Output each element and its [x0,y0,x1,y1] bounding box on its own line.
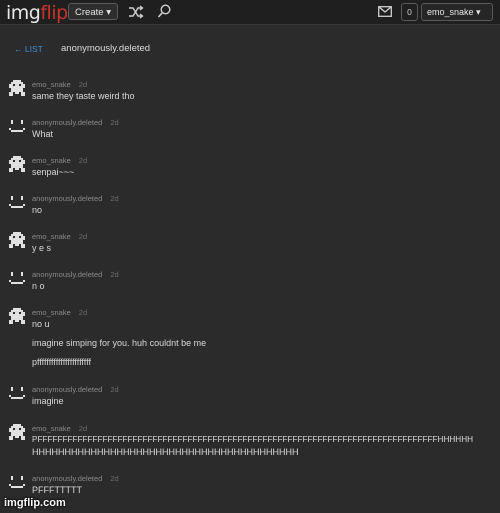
message-text: same they taste weird tho [32,91,135,101]
username-text[interactable]: emo_snake [32,156,71,165]
username-label: emo_snake [427,7,474,17]
message-username[interactable]: emo_snake 2d [32,156,87,165]
username-text[interactable]: anonymously.deleted [32,118,102,127]
notification-count[interactable]: 0 [401,3,418,21]
message-timestamp: 2d [110,194,119,203]
message-text: PFFFTTTTT [32,485,82,495]
smiley-face-icon[interactable] [9,194,25,210]
username-text[interactable]: emo_snake [32,308,71,317]
username-text[interactable]: anonymously.deleted [32,385,102,394]
message-timestamp: 2d [110,385,119,394]
message-timestamp: 2d [78,232,88,241]
message-text: What [32,129,54,139]
message-username[interactable]: anonymously.deleted 2d [32,118,119,127]
pixel-alien-icon[interactable] [9,424,25,440]
username-text[interactable]: anonymously.deleted [32,194,102,203]
username-text[interactable]: anonymously.deleted [32,474,102,483]
username-text[interactable]: emo_snake [32,80,71,89]
smiley-face-icon[interactable] [9,474,25,490]
conversation-title: anonymously.deleted [61,43,151,54]
back-to-list-link[interactable]: ← LIST [14,44,43,54]
shuffle-icon[interactable] [128,5,144,19]
message-text: pfffffffffffffffffffffff [32,357,91,367]
top-navbar: imgflip Create ▾ 0 emo_snake ▾ [0,0,500,25]
message-timestamp: 2d [110,474,119,483]
message-text: senpai~~~ [32,167,75,177]
user-menu-button[interactable]: emo_snake ▾ [421,3,493,21]
imgflip-logo[interactable]: imgflip [6,2,68,24]
pixel-alien-icon[interactable] [9,308,25,324]
message-text: no [32,205,43,215]
mail-icon[interactable] [378,6,392,17]
message-timestamp: 2d [78,80,88,89]
message-text: HHHHHHHHHHHHHHHHHHHHHHHHHHHHHHHHHHHHHHHH… [32,447,299,457]
message-timestamp: 2d [110,118,119,127]
username-text[interactable]: emo_snake [32,232,71,241]
smiley-face-icon[interactable] [9,270,25,286]
message-username[interactable]: anonymously.deleted 2d [32,194,119,203]
message-timestamp: 2d [78,308,88,317]
message-timestamp: 2d [78,424,88,433]
message-text: imagine simping for you. huh couldnt be … [32,338,207,348]
search-icon[interactable] [157,4,171,19]
chevron-down-icon: ▾ [476,7,481,17]
message-text: n o [32,281,45,291]
pixel-alien-icon[interactable] [9,232,25,248]
message-text: no u [32,319,50,329]
username-text[interactable]: emo_snake [32,424,71,433]
pixel-alien-icon[interactable] [9,156,25,172]
chevron-down-icon: ▾ [106,7,111,18]
message-text: y e s [32,243,52,253]
smiley-face-icon[interactable] [9,118,25,134]
message-username[interactable]: anonymously.deleted 2d [32,270,119,279]
message-username[interactable]: emo_snake 2d [32,424,87,433]
message-username[interactable]: emo_snake 2d [32,308,87,317]
message-text: PFFFFFFFFFFFFFFFFFFFFFFFFFFFFFFFFFFFFFFF… [32,435,474,444]
logo-main: img [6,2,41,24]
message-timestamp: 2d [110,270,119,279]
message-username[interactable]: emo_snake 2d [32,232,87,241]
create-button[interactable]: Create ▾ [68,3,118,20]
message-timestamp: 2d [78,156,88,165]
message-username[interactable]: emo_snake 2d [32,80,87,89]
message-username[interactable]: anonymously.deleted 2d [32,474,119,483]
imgflip-watermark: imgflip.com [4,497,66,509]
message-text: imagine [32,396,64,406]
username-text[interactable]: anonymously.deleted [32,270,102,279]
logo-accent: flip [40,2,68,24]
create-label: Create [75,7,104,18]
message-username[interactable]: anonymously.deleted 2d [32,385,119,394]
pixel-alien-icon[interactable] [9,80,25,96]
smiley-face-icon[interactable] [9,385,25,401]
